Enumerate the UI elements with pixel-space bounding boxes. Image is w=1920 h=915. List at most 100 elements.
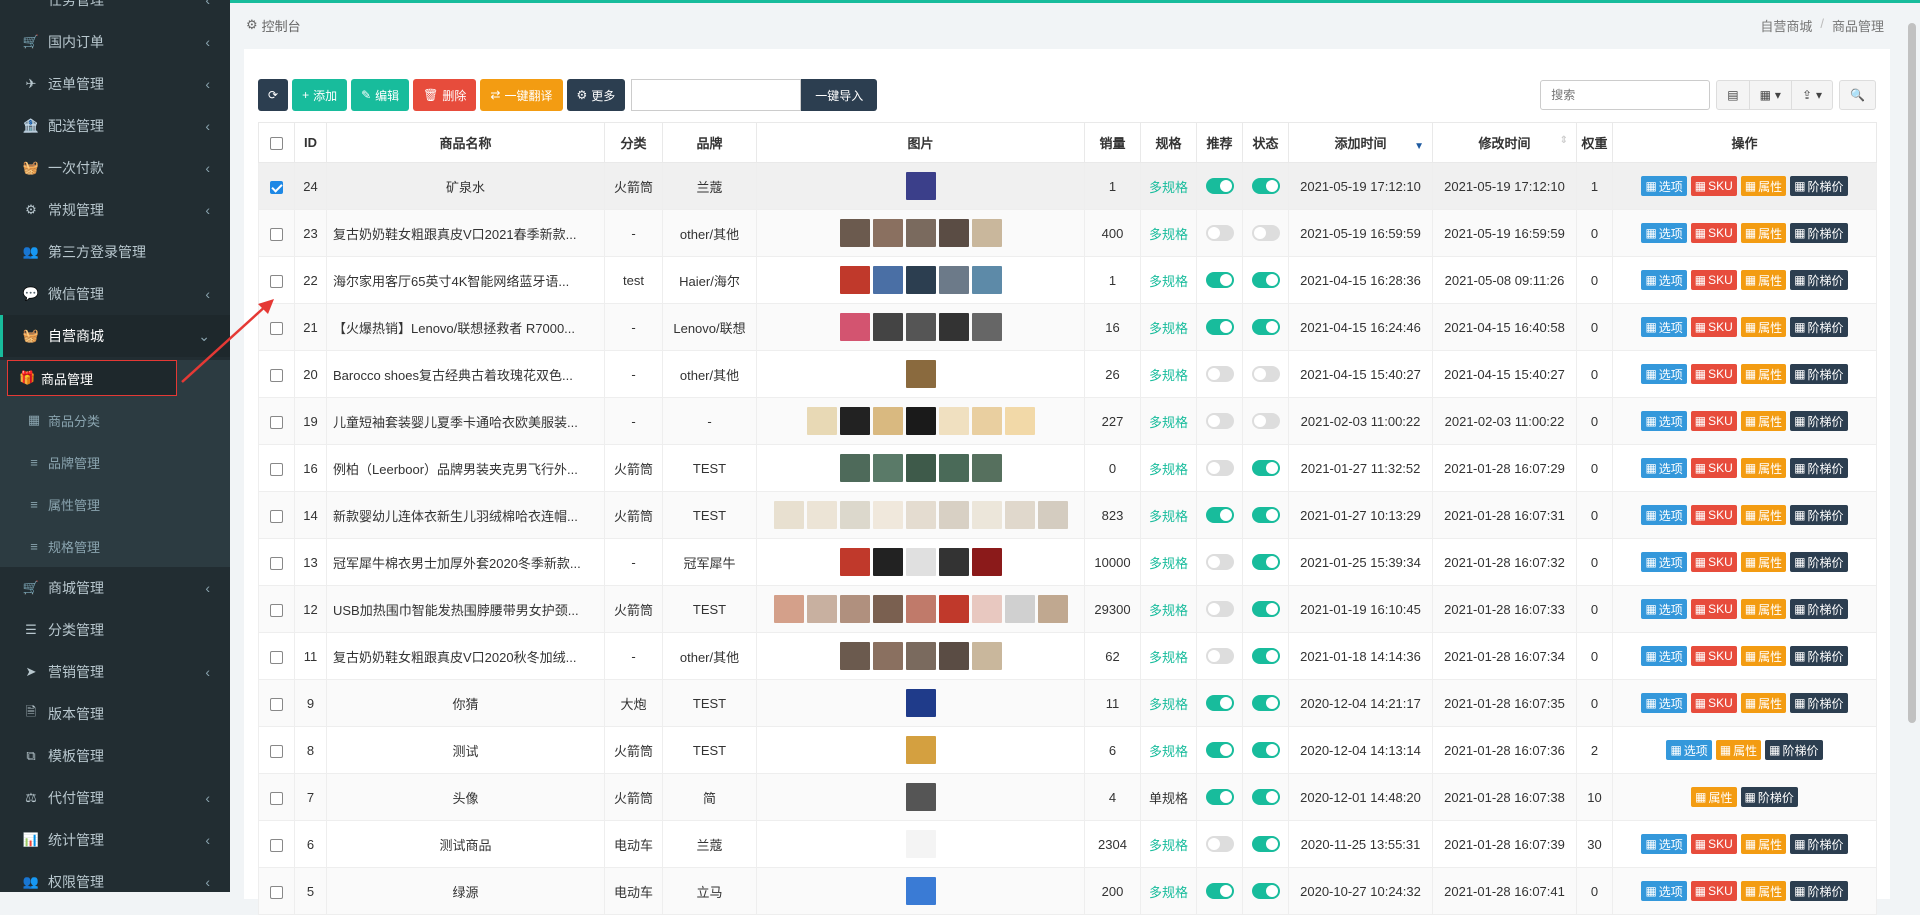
product-thumbnail[interactable] [938,407,969,435]
row-checkbox[interactable] [270,650,283,664]
product-thumbnail[interactable] [872,219,903,247]
product-thumbnail[interactable] [905,313,936,341]
product-thumbnail[interactable] [905,783,936,811]
product-thumbnail[interactable] [971,642,1002,670]
tier-button[interactable]: ▦ 阶梯价 [1790,223,1848,243]
sku-button[interactable]: ▦ SKU [1690,552,1737,572]
col-category[interactable]: 分类 [604,122,663,163]
product-thumbnail[interactable] [971,501,1002,529]
product-thumbnail[interactable] [839,642,870,670]
tier-button[interactable]: ▦ 阶梯价 [1790,646,1848,666]
recommend-toggle[interactable] [1205,648,1234,665]
delete-button[interactable]: 🗑 删除 [413,79,477,111]
col-modified[interactable]: 修改时间 ⇕ [1432,122,1577,163]
options-button[interactable]: ▦ 选项 [1641,458,1687,478]
table-row[interactable]: 13 冠军犀牛棉衣男士加厚外套2020冬季新款... - 冠军犀牛 10000 多规格 20… [258,538,1877,586]
table-row[interactable]: 24 矿泉水 火箭筒 兰蔻 1 多规格 2021-05-19 17:12:10 2021-05… [258,162,1877,210]
product-thumbnail[interactable] [872,548,903,576]
select-cell[interactable] [258,538,295,586]
product-thumbnail[interactable] [905,501,936,529]
search-button[interactable]: 🔍 [1839,80,1876,110]
sidebar-subitem-2[interactable]: ≡ 品牌管理 [0,441,230,483]
col-id[interactable]: ID [294,122,327,163]
sidebar-item2-3[interactable]: 🗎 版本管理 [0,693,230,735]
table-row[interactable]: 5 绿源 电动车 立马 200 多规格 2020-10-27 10:24:32 2021-01… [258,867,1877,915]
toggle-view-button[interactable]: ▤ [1716,80,1750,110]
sidebar-subitem-4[interactable]: ≡ 规格管理 [0,525,230,567]
select-cell[interactable] [258,820,295,868]
select-cell[interactable] [258,303,295,351]
select-cell[interactable] [258,209,295,257]
row-checkbox[interactable] [270,368,283,382]
product-thumbnail[interactable] [773,501,804,529]
sku-button[interactable]: ▦ SKU [1690,317,1737,337]
product-thumbnail[interactable] [971,595,1002,623]
product-thumbnail[interactable] [905,219,936,247]
select-cell[interactable] [258,162,295,210]
attr-button[interactable]: ▦ 属性 [1740,270,1787,290]
product-thumbnail[interactable] [905,407,936,435]
row-checkbox[interactable] [270,885,283,899]
recommend-toggle[interactable] [1205,507,1234,524]
sidebar-item2-1[interactable]: ☰ 分类管理 [0,609,230,651]
sku-button[interactable]: ▦ SKU [1690,599,1737,619]
refresh-button[interactable]: ⟳ [258,79,289,111]
table-row[interactable]: 14 新款婴幼儿连体衣新生儿羽绒棉哈衣连帽... 火箭筒 TEST 823 多规格 2021… [258,491,1877,539]
product-thumbnail[interactable] [938,642,969,670]
table-row[interactable]: 22 海尔家用客厅65英寸4K智能网络蓝牙语... test Haier/海尔 1 多规格… [258,256,1877,304]
product-thumbnail[interactable] [971,454,1002,482]
table-row[interactable]: 9 你猜 大炮 TEST 11 多规格 2020-12-04 14:21:17 2021-01… [258,679,1877,727]
row-checkbox[interactable] [270,227,283,241]
tier-button[interactable]: ▦ 阶梯价 [1790,599,1848,619]
table-row[interactable]: 12 USB加热围巾智能发热围脖腰带男女护颈... 火箭筒 TEST 29300 多规格 2… [258,585,1877,633]
sidebar-item-1[interactable]: 🛒 国内订单 ‹ [0,21,230,63]
status-toggle[interactable] [1251,883,1280,900]
sidebar-item-5[interactable]: ⚙ 常规管理 ‹ [0,189,230,231]
recommend-toggle[interactable] [1205,225,1234,242]
product-thumbnail[interactable] [872,266,903,294]
breadcrumb-home[interactable]: 控制台 [262,16,301,35]
status-toggle[interactable] [1251,507,1280,524]
options-button[interactable]: ▦ 选项 [1641,505,1687,525]
attr-button[interactable]: ▦ 属性 [1715,740,1762,760]
sidebar-item2-2[interactable]: ➤ 营销管理 ‹ [0,651,230,693]
row-checkbox[interactable] [270,321,283,335]
status-toggle[interactable] [1251,789,1280,806]
sku-button[interactable]: ▦ SKU [1690,693,1737,713]
row-checkbox[interactable] [270,697,283,711]
select-all-checkbox[interactable] [270,137,283,151]
tier-button[interactable]: ▦ 阶梯价 [1790,505,1848,525]
product-thumbnail[interactable] [905,736,936,764]
table-row[interactable]: 21 【火爆热销】Lenovo/联想拯救者 R7000... - Lenovo/联想 1… [258,303,1877,351]
status-toggle[interactable] [1251,742,1280,759]
more-button[interactable]: ⚙ 更多 [566,79,626,111]
product-thumbnail[interactable] [872,313,903,341]
product-thumbnail[interactable] [971,313,1002,341]
options-button[interactable]: ▦ 选项 [1641,599,1687,619]
import-button[interactable]: 一键导入 [801,79,878,111]
tier-button[interactable]: ▦ 阶梯价 [1790,552,1848,572]
product-thumbnail[interactable] [938,595,969,623]
attr-button[interactable]: ▦ 属性 [1740,599,1787,619]
product-thumbnail[interactable] [905,266,936,294]
product-thumbnail[interactable] [773,595,804,623]
product-thumbnail[interactable] [839,454,870,482]
tier-button[interactable]: ▦ 阶梯价 [1790,881,1848,901]
product-thumbnail[interactable] [1004,407,1035,435]
recommend-toggle[interactable] [1205,836,1234,853]
recommend-toggle[interactable] [1205,789,1234,806]
table-row[interactable]: 23 复古奶奶鞋女粗跟真皮V口2021春季新款... - other/其他 400 多规格… [258,209,1877,257]
options-button[interactable]: ▦ 选项 [1641,176,1687,196]
product-thumbnail[interactable] [905,548,936,576]
product-thumbnail[interactable] [905,360,936,388]
product-thumbnail[interactable] [1037,501,1068,529]
translate-button[interactable]: ⇄ 一键翻译 [480,79,563,111]
attr-button[interactable]: ▦ 属性 [1740,834,1787,854]
col-brand[interactable]: 品牌 [662,122,757,163]
attr-button[interactable]: ▦ 属性 [1740,646,1787,666]
recommend-toggle[interactable] [1205,413,1234,430]
product-thumbnail[interactable] [938,266,969,294]
options-button[interactable]: ▦ 选项 [1641,411,1687,431]
attr-button[interactable]: ▦ 属性 [1740,881,1787,901]
product-thumbnail[interactable] [839,219,870,247]
